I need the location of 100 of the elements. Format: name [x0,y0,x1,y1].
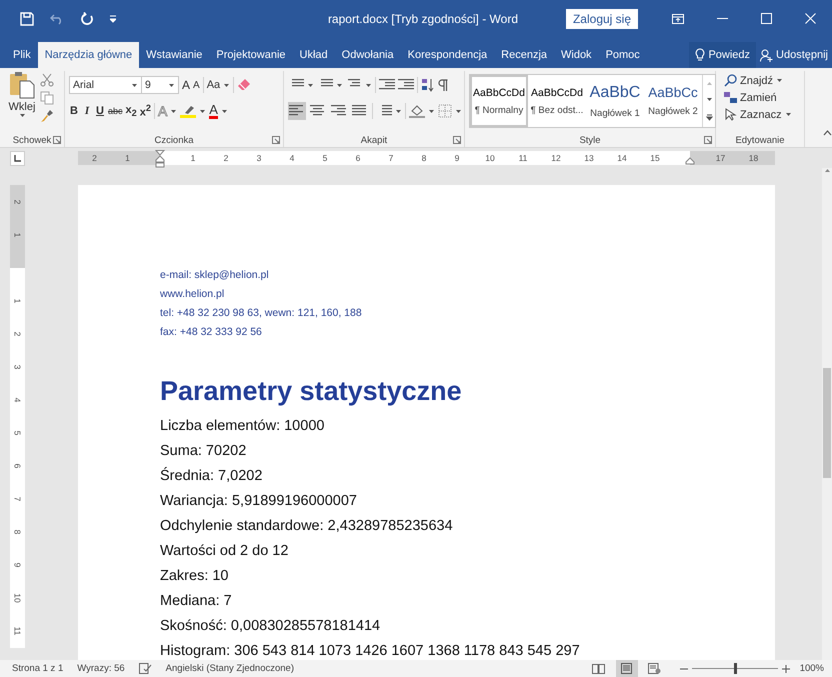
scroll-up-icon[interactable] [824,168,830,173]
format-button[interactable]: U [95,105,105,117]
customize-icon[interactable] [110,14,116,22]
ruler-number: 4 [290,152,294,165]
maximize-icon[interactable] [760,13,772,24]
paintbrush-icon[interactable] [40,109,54,123]
zoom-in-icon[interactable] [782,664,790,672]
caret-icon[interactable] [455,108,462,114]
ribbon-tab[interactable]: Pomoc [598,42,647,68]
undo-icon[interactable] [50,12,64,24]
caret-icon[interactable] [395,108,402,114]
style-item[interactable]: AaBbCcDd ¶ Bez odst... [528,75,586,127]
caret-icon[interactable] [776,78,784,83]
change-case-button[interactable]: Aa [206,79,220,91]
decrease-indent-icon[interactable] [379,78,395,92]
tell-me-button[interactable]: Powiedz [689,42,756,68]
caret-icon[interactable] [784,112,792,117]
ruler-number: 9 [12,562,22,568]
editing-button[interactable]: Znajdź [724,74,792,87]
ruler-number: 6 [12,464,22,468]
caret-icon[interactable] [428,108,435,114]
sort-icon[interactable] [421,78,435,92]
highlighter-icon[interactable] [180,104,196,118]
ribbon-tab[interactable]: Korespondencja [400,42,494,68]
caret-icon[interactable] [220,108,228,114]
editing-button[interactable]: Zaznacz [724,108,792,121]
caret-icon[interactable] [131,82,138,88]
scissors-icon[interactable] [40,73,54,87]
style-item[interactable]: AaBbC Nagłówek 1 [586,75,644,127]
collapse-ribbon-icon[interactable] [823,130,832,136]
format-button[interactable]: B [69,105,79,117]
ribbon-display-icon[interactable] [672,14,684,24]
scrollbar-thumb[interactable] [823,368,831,478]
ruler-number: 2 [92,152,97,165]
ribbon-tab[interactable]: Projektowanie [209,42,293,68]
caret-icon[interactable] [307,82,314,88]
ribbon-tab[interactable]: Widok [554,42,599,68]
caret-icon[interactable] [18,113,26,118]
caret-icon[interactable] [170,108,178,114]
close-icon[interactable] [804,13,816,24]
view-button[interactable] [616,660,638,677]
caret-icon[interactable] [168,82,175,88]
format-button[interactable]: I [82,105,92,117]
ribbon-tab[interactable]: Narzędzia główne [38,42,140,68]
caret-icon[interactable] [365,82,372,88]
format-button[interactable]: x$_{2}$ [126,104,137,118]
style-item[interactable]: AaBbCc Nagłówek 2 [644,75,702,127]
style-item[interactable]: AaBbCcDd ¶ Normalny [470,75,528,127]
vertical-scrollbar[interactable] [822,168,832,660]
ruler-number: 10 [485,152,495,165]
ribbon-tab[interactable]: Układ [292,42,335,68]
ruler-number: 1 [125,152,130,165]
ribbon-tab[interactable]: Plik [6,42,38,68]
pilcrow-icon[interactable] [438,78,448,92]
shrink-font-button[interactable]: A [193,80,200,90]
page-count[interactable]: Strona 1 z 1 [12,663,64,674]
scroll-down-icon[interactable] [706,97,712,102]
dialog-launcher-icon[interactable] [704,136,712,144]
font-name-field[interactable]: Arial [69,76,142,94]
window-title: raport.docx [Tryb zgodności] - Word [326,12,520,26]
format-button[interactable]: abc [108,106,123,116]
sign-in-button[interactable]: Zaloguj się [566,8,638,28]
ribbon-tab[interactable]: Odwołania [334,42,401,68]
font-size-field[interactable]: 9 [141,76,179,94]
share-button[interactable]: Udostępnij [756,42,832,68]
ruler-number: 1 [12,298,22,304]
right-indent-icon[interactable] [685,157,695,165]
editing-button[interactable]: Zamień [724,91,792,104]
word-count[interactable]: Wyrazy: 56 [77,663,125,674]
more-styles-icon[interactable] [706,114,712,122]
eraser-icon[interactable] [237,78,252,92]
ribbon-tab[interactable]: Wstawianie [139,42,210,68]
redo-icon[interactable] [80,12,94,26]
caret-icon[interactable] [336,82,343,88]
ribbon-tab[interactable]: Recenzja [494,42,554,68]
proofing-icon[interactable] [138,663,152,674]
indent-marker-icon[interactable] [155,150,165,168]
document-heading: Parametry statystyczne [160,376,462,406]
ruler-number: 6 [356,152,360,165]
dialog-launcher-icon[interactable] [272,136,280,144]
language-status[interactable]: Angielski (Stany Zjednoczone) [166,663,294,674]
tab-stop-selector[interactable] [10,150,25,166]
caret-icon[interactable] [223,82,230,88]
paste-button[interactable]: Wklej [8,71,36,113]
grow-font-button[interactable]: A [182,78,190,92]
format-button[interactable]: x$^{2}$ [140,103,151,119]
ruler-number: 8 [12,530,22,534]
web-layout-icon [648,663,662,674]
font-color-button[interactable]: A [209,104,218,118]
caret-icon[interactable] [199,108,206,114]
minimize-icon[interactable] [716,18,728,20]
zoom-level[interactable]: 100% [800,663,824,674]
shading-icon[interactable] [409,104,425,118]
dialog-launcher-icon[interactable] [53,136,61,144]
document-page[interactable] [78,185,775,660]
ruler-number: 3 [12,364,22,370]
increase-indent-icon[interactable] [398,78,414,92]
ruler-number: 1 [190,152,196,165]
ruler-number: 2 [12,199,22,204]
dialog-launcher-icon[interactable] [453,136,461,144]
